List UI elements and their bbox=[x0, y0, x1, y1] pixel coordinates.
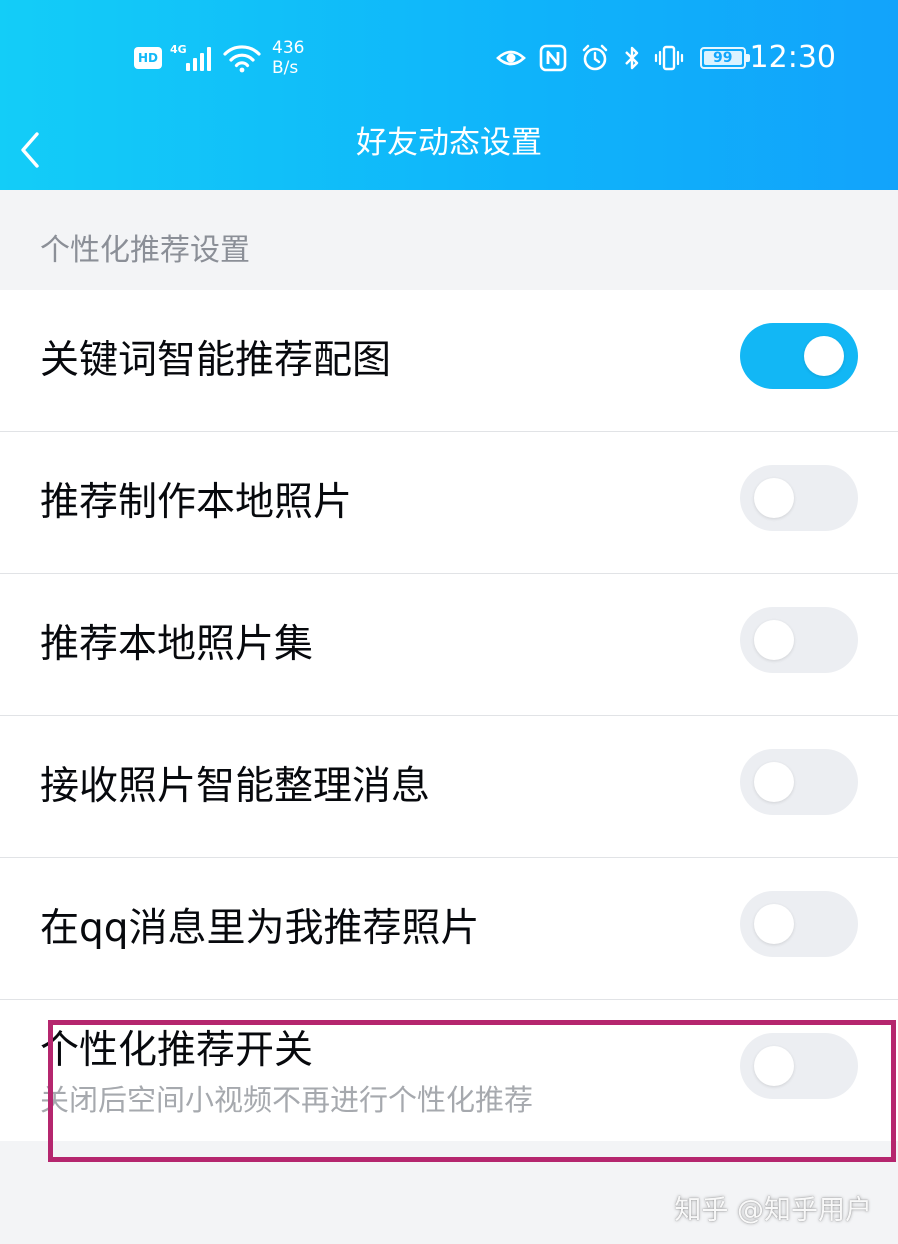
vibrate-icon bbox=[654, 45, 684, 71]
setting-label: 接收照片智能整理消息 bbox=[40, 764, 431, 809]
network-speed-value: 436 bbox=[272, 38, 305, 58]
setting-label: 个性化推荐开关 bbox=[40, 1028, 314, 1073]
eye-comfort-icon bbox=[496, 50, 526, 66]
network-speed: 436 B/s bbox=[272, 38, 304, 78]
app-header: HD 4G 436 B/s 99 12:30 好友动态设置 bbox=[0, 0, 898, 190]
setting-label: 关键词智能推荐配图 bbox=[40, 338, 392, 383]
toggle-switch[interactable] bbox=[740, 465, 858, 531]
toggle-knob bbox=[754, 762, 794, 802]
cellular-signal-icon: 4G bbox=[170, 43, 214, 73]
toggle-switch[interactable] bbox=[740, 1033, 858, 1099]
status-bar: HD 4G 436 B/s 99 12:30 bbox=[0, 0, 898, 110]
status-time: 12:30 bbox=[749, 40, 836, 75]
setting-row-local-photo[interactable]: 推荐制作本地照片 bbox=[0, 431, 898, 573]
setting-label: 推荐本地照片集 bbox=[40, 622, 314, 667]
setting-row-qq-message[interactable]: 在qq消息里为我推荐照片 bbox=[0, 857, 898, 999]
toggle-switch[interactable] bbox=[740, 749, 858, 815]
setting-row-local-album[interactable]: 推荐本地照片集 bbox=[0, 573, 898, 715]
battery-level: 99 bbox=[704, 50, 742, 66]
toggle-knob bbox=[754, 620, 794, 660]
battery-icon: 99 bbox=[700, 47, 750, 69]
wifi-icon bbox=[223, 45, 261, 73]
setting-label: 推荐制作本地照片 bbox=[40, 480, 353, 525]
setting-label: 在qq消息里为我推荐照片 bbox=[40, 906, 480, 951]
toggle-knob bbox=[804, 336, 844, 376]
toggle-knob bbox=[754, 904, 794, 944]
toggle-knob bbox=[754, 1046, 794, 1086]
toggle-switch[interactable] bbox=[740, 891, 858, 957]
setting-row-photo-organize[interactable]: 接收照片智能整理消息 bbox=[0, 715, 898, 857]
hd-icon: HD bbox=[134, 47, 162, 69]
setting-row-personalized[interactable]: 个性化推荐开关 关闭后空间小视频不再进行个性化推荐 bbox=[0, 999, 898, 1141]
network-speed-unit: B/s bbox=[272, 58, 299, 78]
toggle-knob bbox=[754, 478, 794, 518]
setting-description: 关闭后空间小视频不再进行个性化推荐 bbox=[40, 1083, 534, 1117]
section-title: 个性化推荐设置 bbox=[40, 233, 250, 268]
network-type-label: 4G bbox=[170, 43, 187, 56]
status-left-group: HD 4G 436 B/s bbox=[134, 36, 304, 80]
nfc-icon bbox=[539, 44, 567, 72]
bluetooth-icon bbox=[625, 46, 639, 70]
setting-row-keyword-image[interactable]: 关键词智能推荐配图 bbox=[0, 290, 898, 431]
toggle-switch[interactable] bbox=[740, 323, 858, 389]
alarm-icon bbox=[582, 44, 608, 71]
settings-list: 关键词智能推荐配图 推荐制作本地照片 推荐本地照片集 接收照片智能整理消息 在q… bbox=[0, 290, 898, 1141]
page-title: 好友动态设置 bbox=[356, 125, 542, 161]
toggle-switch[interactable] bbox=[740, 607, 858, 673]
watermark: 知乎 @知乎用户 bbox=[674, 1195, 872, 1226]
nav-bar: 好友动态设置 bbox=[0, 110, 898, 190]
status-right-icons: 99 bbox=[496, 36, 750, 80]
